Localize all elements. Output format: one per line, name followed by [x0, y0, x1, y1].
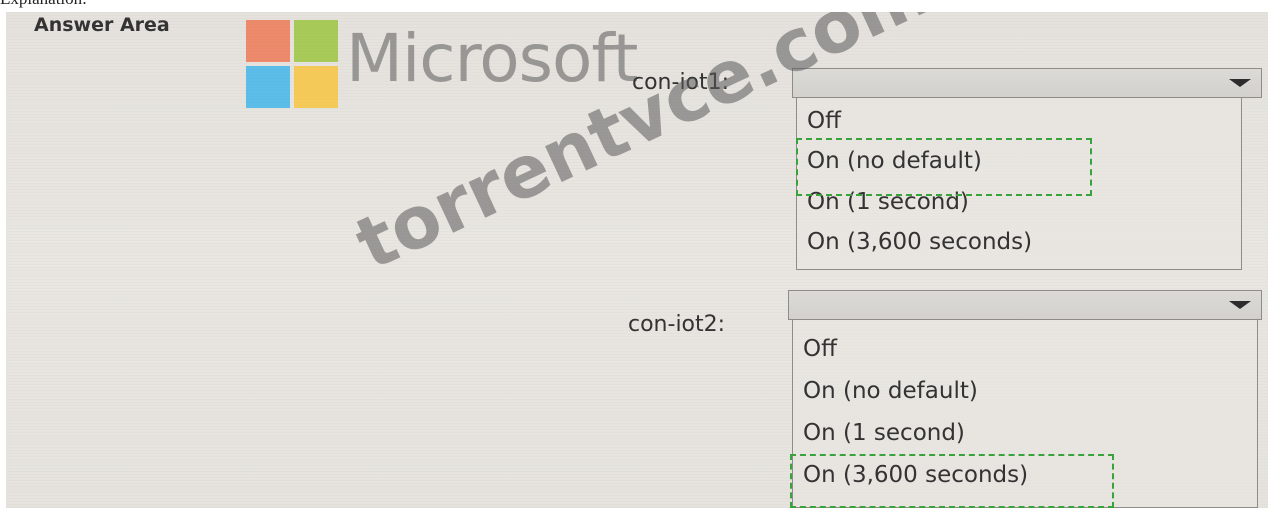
logo-square-red	[246, 20, 290, 62]
con-iot1-option-3600-seconds[interactable]: On (3,600 seconds)	[807, 231, 1032, 254]
con-iot2-option-off[interactable]: Off	[803, 338, 837, 361]
con-iot1-option-off[interactable]: Off	[807, 110, 841, 133]
page: Explanation: Answer Area Microsoft con-i…	[0, 0, 1268, 508]
answer-area-title: Answer Area	[34, 14, 170, 36]
logo-square-green	[294, 20, 338, 62]
con-iot2-option-1-second[interactable]: On (1 second)	[803, 422, 965, 445]
con-iot2-option-3600-seconds[interactable]: On (3,600 seconds)	[803, 464, 1028, 487]
microsoft-wordmark: Microsoft	[346, 20, 638, 97]
chevron-down-icon[interactable]	[1229, 79, 1251, 87]
logo-square-blue	[246, 66, 290, 108]
microsoft-logo-icon	[246, 20, 340, 110]
con-iot2-option-list: Off On (no default) On (1 second) On (3,…	[792, 320, 1258, 508]
con-iot1-select[interactable]	[792, 68, 1262, 98]
con-iot1-option-list: Off On (no default) On (1 second) On (3,…	[796, 98, 1242, 270]
logo-square-yellow	[294, 66, 338, 108]
con-iot1-label: con-iot1:	[632, 70, 730, 95]
con-iot1-option-1-second[interactable]: On (1 second)	[807, 191, 969, 214]
con-iot2-option-no-default[interactable]: On (no default)	[803, 380, 978, 403]
con-iot2-select[interactable]	[788, 290, 1262, 320]
answer-area-panel: Answer Area Microsoft con-iot1: Off On (…	[6, 12, 1268, 508]
chevron-down-icon[interactable]	[1229, 301, 1251, 309]
con-iot1-option-no-default[interactable]: On (no default)	[807, 150, 982, 173]
explanation-label: Explanation:	[0, 0, 87, 9]
con-iot2-label: con-iot2:	[628, 312, 726, 337]
